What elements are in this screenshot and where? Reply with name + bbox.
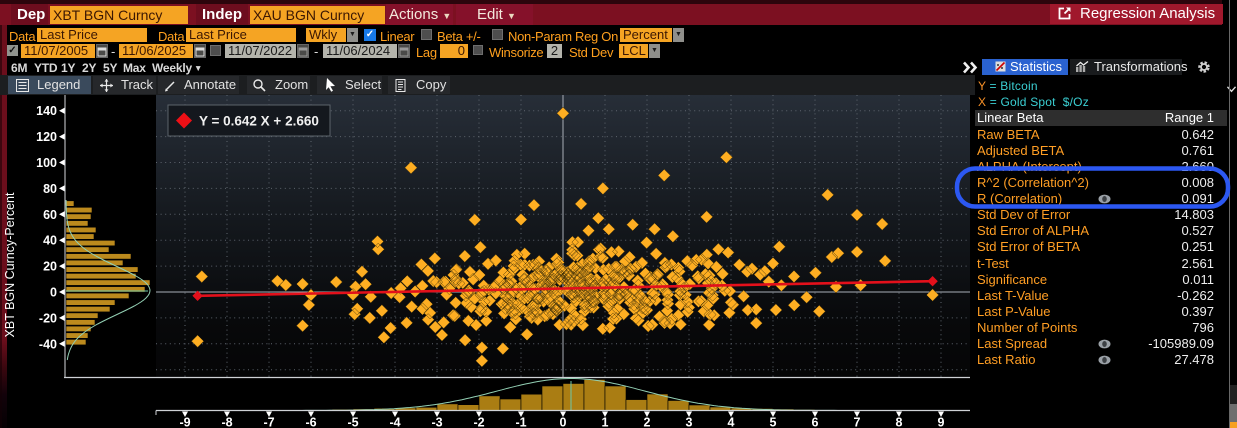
svg-text:120: 120 xyxy=(36,130,57,144)
svg-text:-2: -2 xyxy=(473,416,484,428)
svg-text:-7: -7 xyxy=(263,416,274,428)
svg-text:80: 80 xyxy=(43,182,57,196)
svg-text:-4: -4 xyxy=(389,416,400,428)
svg-text:-5: -5 xyxy=(347,416,358,428)
svg-text:8: 8 xyxy=(896,416,903,428)
svg-text:9: 9 xyxy=(938,416,945,428)
svg-text:-6: -6 xyxy=(305,416,316,428)
svg-text:3: 3 xyxy=(686,416,693,428)
svg-text:0: 0 xyxy=(560,416,567,428)
svg-text:-1: -1 xyxy=(515,416,526,428)
svg-text:Y = 0.642 X + 2.660: Y = 0.642 X + 2.660 xyxy=(199,114,319,129)
svg-text:6: 6 xyxy=(812,416,819,428)
svg-text:XBT BGN Curncy-Percent: XBT BGN Curncy-Percent xyxy=(3,192,17,337)
svg-text:7: 7 xyxy=(854,416,861,428)
svg-text:0: 0 xyxy=(50,286,57,300)
svg-text:1: 1 xyxy=(602,416,609,428)
svg-text:-9: -9 xyxy=(179,416,190,428)
svg-text:5: 5 xyxy=(770,416,777,428)
svg-text:100: 100 xyxy=(36,156,57,170)
svg-text:2: 2 xyxy=(644,416,651,428)
svg-text:-3: -3 xyxy=(431,416,442,428)
svg-text:-20: -20 xyxy=(39,311,57,325)
svg-text:40: 40 xyxy=(43,234,57,248)
svg-text:20: 20 xyxy=(43,260,57,274)
svg-text:-40: -40 xyxy=(39,337,57,351)
svg-text:4: 4 xyxy=(728,416,735,428)
svg-text:60: 60 xyxy=(43,208,57,222)
svg-text:-8: -8 xyxy=(221,416,232,428)
svg-text:140: 140 xyxy=(36,104,57,118)
